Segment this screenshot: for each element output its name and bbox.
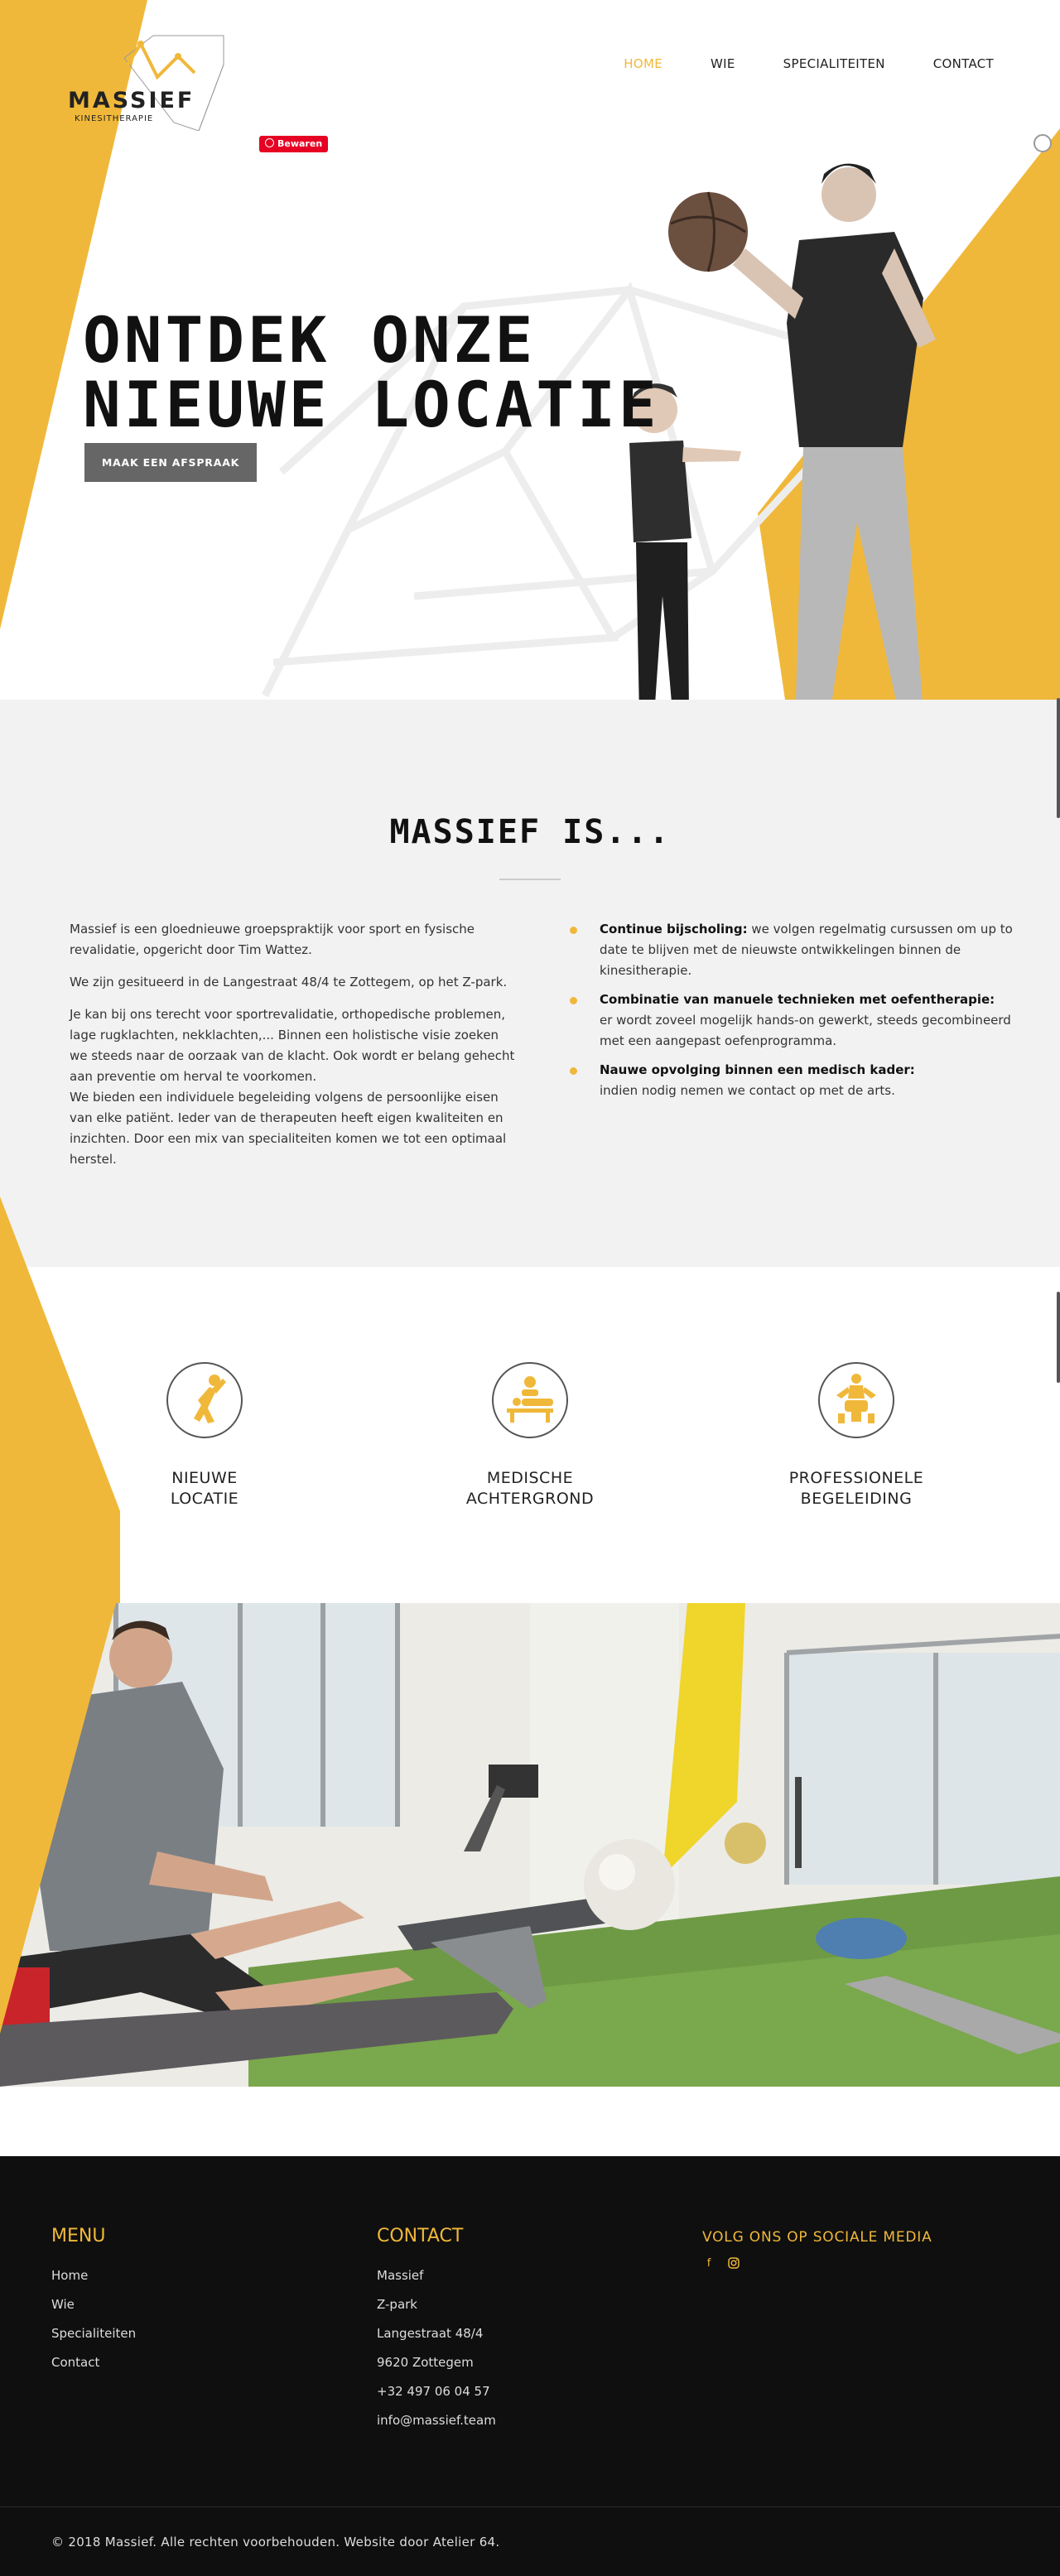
feature-label-line: MEDISCHE <box>486 1469 574 1487</box>
crosshair-icon[interactable] <box>1034 134 1052 152</box>
feature-professional-guidance: PROFESSIONELE BEGELEIDING <box>749 1362 964 1509</box>
bullet-item: Nauwe opvolging binnen een medisch kader… <box>570 1060 1013 1101</box>
feature-label-line: NIEUWE <box>171 1469 238 1487</box>
feature-new-location: NIEUWE LOCATIE <box>97 1362 312 1509</box>
hero-title-line1: ONTDEK ONZE <box>83 303 537 377</box>
feature-label-line: BEGELEIDING <box>800 1490 913 1508</box>
feature-label: MEDISCHE ACHTERGROND <box>422 1468 638 1509</box>
hero-section: MASSIEF KINESITHERAPIE HOME WIE SPECIALI… <box>0 0 1060 700</box>
about-paragraph-1: Massief is een gloednieuwe groepspraktij… <box>70 922 475 957</box>
about-paragraph-4: We bieden een individuele begeleiding vo… <box>70 1090 507 1167</box>
facebook-icon[interactable]: f <box>702 2257 716 2270</box>
contact-city: 9620 Zottegem <box>377 2355 474 2370</box>
logo-tagline: KINESITHERAPIE <box>75 114 154 123</box>
bullet-heading: Combinatie van manuele technieken met oe… <box>600 992 995 1007</box>
instagram-icon[interactable] <box>727 2257 740 2270</box>
site-footer: MENU Home Wie Specialiteiten Contact CON… <box>0 2156 1060 2576</box>
pinterest-icon <box>265 138 274 147</box>
bullet-item: Continue bijscholing: we volgen regelmat… <box>570 919 1013 981</box>
footer-link-home[interactable]: Home <box>51 2261 136 2290</box>
footer-contact-column: CONTACT Massief Z-park Langestraat 48/4 … <box>377 2226 496 2435</box>
title-divider <box>499 879 561 880</box>
contact-park: Z-park <box>377 2297 417 2312</box>
footer-social-column: VOLG ONS OP SOCIALE MEDIA f <box>702 2226 932 2270</box>
scroll-indicator <box>1057 698 1060 818</box>
feature-label-line: PROFESSIONELE <box>788 1469 924 1487</box>
coaching-person-icon <box>818 1362 894 1438</box>
bullet-heading: Continue bijscholing: <box>600 922 748 937</box>
feature-label-line: LOCATIE <box>170 1490 239 1508</box>
feature-medical-background: MEDISCHE ACHTERGROND <box>422 1362 638 1509</box>
about-paragraph-2: We zijn gesitueerd in de Langestraat 48/… <box>70 975 508 989</box>
footer-menu-column: MENU Home Wie Specialiteiten Contact <box>51 2226 136 2377</box>
logo[interactable]: MASSIEF KINESITHERAPIE <box>66 31 232 131</box>
bullet-item: Combinatie van manuele technieken met oe… <box>570 989 1013 1052</box>
pinterest-save-label: Bewaren <box>277 138 323 149</box>
bullet-heading: Nauwe opvolging binnen een medisch kader… <box>600 1062 915 1077</box>
about-paragraph-3: Je kan bij ons terecht voor sportrevalid… <box>70 1007 515 1084</box>
make-appointment-button[interactable]: MAAK EEN AFSPRAAK <box>84 443 257 482</box>
footer-menu-title: MENU <box>51 2226 106 2246</box>
bullet-text: indien nodig nemen we contact op met de … <box>600 1083 895 1098</box>
about-bullet-list: Continue bijscholing: we volgen regelmat… <box>570 919 1013 1110</box>
contact-email-link[interactable]: info@massief.team <box>377 2406 496 2435</box>
about-text: Massief is een gloednieuwe groepspraktij… <box>70 919 517 1182</box>
feature-label: PROFESSIONELE BEGELEIDING <box>749 1468 964 1509</box>
stretching-person-icon <box>166 1362 243 1438</box>
main-navigation: HOME WIE SPECIALITEITEN CONTACT <box>576 56 994 71</box>
massage-table-icon <box>492 1362 568 1438</box>
contact-street: Langestraat 48/4 <box>377 2326 484 2341</box>
feature-label-line: ACHTERGROND <box>465 1490 595 1508</box>
contact-phone-link[interactable]: +32 497 06 04 57 <box>377 2377 496 2406</box>
footer-divider <box>0 2506 1060 2507</box>
nav-item-home[interactable]: HOME <box>624 56 662 71</box>
nav-item-contact[interactable]: CONTACT <box>933 56 994 71</box>
hero-title: ONTDEK ONZE NIEUWE LOCATIE <box>83 308 660 437</box>
about-section: MASSIEF IS... Massief is een gloednieuwe… <box>0 698 1060 1267</box>
social-links: f <box>702 2257 932 2270</box>
contact-company: Massief <box>377 2268 424 2283</box>
footer-link-wie[interactable]: Wie <box>51 2290 136 2319</box>
about-title: MASSIEF IS... <box>389 813 671 851</box>
features-section: NIEUWE LOCATIE MEDISCHE ACHTERGROND PROF… <box>0 1197 1060 2016</box>
feature-label: NIEUWE LOCATIE <box>97 1468 312 1509</box>
nav-item-wie[interactable]: WIE <box>711 56 735 71</box>
nav-item-specialiteiten[interactable]: SPECIALITEITEN <box>783 56 885 71</box>
bullet-text: er wordt zoveel mogelijk hands-on gewerk… <box>600 1013 1011 1048</box>
footer-link-contact[interactable]: Contact <box>51 2348 136 2377</box>
hero-title-line2: NIEUWE LOCATIE <box>83 368 660 441</box>
pinterest-save-button[interactable]: Bewaren <box>259 136 329 152</box>
copyright-text: © 2018 Massief. Alle rechten voorbehoude… <box>51 2535 500 2550</box>
scroll-indicator <box>1057 1292 1060 1383</box>
footer-contact-title: CONTACT <box>377 2226 464 2246</box>
practice-photo-image <box>0 1603 1060 2087</box>
footer-social-title: VOLG ONS OP SOCIALE MEDIA <box>702 2229 932 2246</box>
logo-wordmark: MASSIEF <box>68 88 195 113</box>
practice-photo <box>0 1603 1060 2087</box>
footer-link-specialiteiten[interactable]: Specialiteiten <box>51 2319 136 2348</box>
